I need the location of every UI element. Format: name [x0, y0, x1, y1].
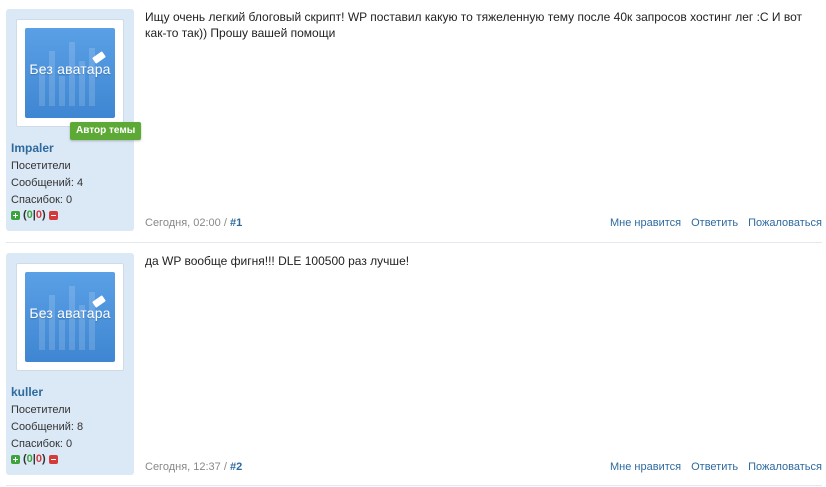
post-actions: Мне нравится Ответить Пожаловаться	[610, 461, 822, 473]
post-divider	[6, 242, 822, 243]
topic-author-badge: Автор темы	[70, 122, 142, 140]
default-avatar-image: Без аватара	[25, 272, 115, 362]
post-number-link[interactable]: #2	[230, 461, 242, 473]
post-date: Сегодня, 02:00	[145, 217, 221, 229]
reply-button[interactable]: Ответить	[691, 217, 738, 229]
meta-separator: /	[220, 217, 230, 229]
post-number-link[interactable]: #1	[230, 217, 242, 229]
post-2: Без аватара kuller Посетители Сообщений:…	[0, 244, 826, 487]
post-actions: Мне нравится Ответить Пожаловаться	[610, 217, 822, 229]
post-divider	[6, 485, 822, 486]
post-text: Ищу очень легкий блоговый скрипт! WP пос…	[145, 10, 803, 40]
reputation: ( 0 | 0 )	[11, 453, 58, 465]
rep-plus-icon[interactable]	[11, 210, 20, 220]
post-text: да WP вообще фигня!!! DLE 100500 раз луч…	[145, 254, 410, 268]
report-button[interactable]: Пожаловаться	[748, 217, 822, 229]
report-button[interactable]: Пожаловаться	[748, 461, 822, 473]
user-group: Посетители	[11, 404, 71, 416]
avatar-placeholder-text: Без аватара	[29, 305, 111, 321]
post-date: Сегодня, 12:37	[145, 461, 221, 473]
avatar-placeholder-text: Без аватара	[29, 61, 111, 77]
rep-close: )	[42, 209, 46, 221]
thanks-count: Спасибок: 0	[11, 438, 73, 450]
message-count: Сообщений: 8	[11, 421, 84, 433]
username-link[interactable]: Impaler	[11, 141, 54, 155]
avatar[interactable]: Без аватара	[16, 19, 124, 127]
post-meta: Сегодня, 12:37 / #2	[145, 461, 242, 473]
post-meta: Сегодня, 02:00 / #1	[145, 217, 242, 229]
default-avatar-image: Без аватара	[25, 28, 115, 118]
username-link[interactable]: kuller	[11, 385, 43, 399]
meta-separator: /	[220, 461, 230, 473]
rep-minus-icon[interactable]	[48, 454, 58, 464]
message-count: Сообщений: 4	[11, 177, 84, 189]
rep-plus-icon[interactable]	[11, 454, 20, 464]
author-sidebar: Без аватара Автор темы Impaler Посетител…	[6, 9, 142, 231]
user-group: Посетители	[11, 160, 71, 172]
like-button[interactable]: Мне нравится	[610, 461, 681, 473]
rep-minus-icon[interactable]	[48, 210, 58, 220]
rep-close: )	[42, 453, 46, 465]
avatar[interactable]: Без аватара	[16, 263, 124, 371]
like-button[interactable]: Мне нравится	[610, 217, 681, 229]
reply-button[interactable]: Ответить	[691, 461, 738, 473]
thanks-count: Спасибок: 0	[11, 194, 73, 206]
reputation: ( 0 | 0 )	[11, 209, 58, 221]
author-sidebar: Без аватара kuller Посетители Сообщений:…	[6, 253, 134, 475]
post-1: Без аватара Автор темы Impaler Посетител…	[0, 0, 826, 242]
